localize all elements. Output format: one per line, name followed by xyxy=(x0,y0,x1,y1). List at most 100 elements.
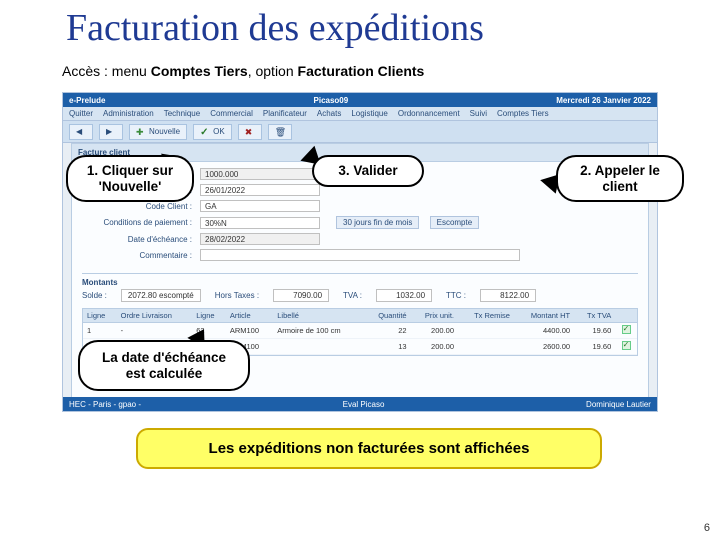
page-number: 6 xyxy=(704,522,710,534)
grid-header[interactable]: Libellé xyxy=(273,309,364,323)
checkbox-icon xyxy=(622,341,631,350)
menu-item[interactable]: Achats xyxy=(317,109,341,118)
cell-tva: 19.60 xyxy=(574,339,615,355)
cell-price: 200.00 xyxy=(411,339,458,355)
subtitle-prefix: Accès : menu xyxy=(62,63,151,79)
menu-item[interactable]: Suivi xyxy=(470,109,487,118)
cell-qty: 22 xyxy=(364,323,410,339)
callout-note-due-date: La date d'échéance est calculée xyxy=(78,340,250,391)
ttc-value: 8122.00 xyxy=(480,289,536,302)
cell-check[interactable] xyxy=(615,339,637,355)
comment-field[interactable] xyxy=(200,249,520,261)
tva-value: 1032.00 xyxy=(376,289,432,302)
menu-item[interactable]: Ordonnancement xyxy=(398,109,460,118)
menu-item[interactable]: Commercial xyxy=(210,109,253,118)
chevron-left-icon xyxy=(76,127,86,137)
grid-header-row: Ligne Ordre Livraison Ligne Article Libe… xyxy=(83,309,637,323)
status-left: HEC - Paris - gpao - xyxy=(69,400,141,409)
cell-tva: 19.60 xyxy=(574,323,615,339)
comment-label: Commentaire : xyxy=(82,251,192,260)
delete-button[interactable] xyxy=(268,124,292,140)
check-icon xyxy=(200,127,210,137)
plus-icon xyxy=(136,127,146,137)
app-title-right: Mercredi 26 Janvier 2022 xyxy=(556,96,651,105)
status-right: Dominique Lautier xyxy=(586,400,651,409)
grid-header[interactable]: Tx TVA xyxy=(574,309,615,323)
grid-header[interactable]: Tx Remise xyxy=(458,309,514,323)
menu-item[interactable]: Technique xyxy=(164,109,200,118)
x-icon xyxy=(245,127,255,137)
cell-qty: 13 xyxy=(364,339,410,355)
client-code-label: Code Client : xyxy=(82,202,192,211)
cell-ht: 2600.00 xyxy=(514,339,574,355)
cell-label: Armoire de 100 cm xyxy=(273,323,364,339)
ttc-label: TTC : xyxy=(446,291,466,300)
ht-value: 7090.00 xyxy=(273,289,329,302)
cell-label xyxy=(273,339,364,355)
discount-chip: Escompte xyxy=(430,216,480,229)
ok-button-label: OK xyxy=(213,127,225,136)
grid-header[interactable]: Montant HT xyxy=(514,309,574,323)
menu-item[interactable]: Planificateur xyxy=(263,109,307,118)
app-toolbar: Nouvelle OK xyxy=(63,121,657,143)
app-statusbar: HEC - Paris - gpao - Eval Picaso Dominiq… xyxy=(63,397,657,411)
cell-discount xyxy=(458,339,514,355)
due-date-label: Date d'échéance : xyxy=(82,235,192,244)
cell-line: 1 xyxy=(83,323,117,339)
menu-item[interactable]: Administration xyxy=(103,109,154,118)
subtitle-mid: , option xyxy=(248,63,298,79)
payment-terms-label: Conditions de paiement : xyxy=(82,218,192,227)
cell-check[interactable] xyxy=(615,323,637,339)
app-menubar: Quitter Administration Technique Commerc… xyxy=(63,107,657,121)
cell-ht: 4400.00 xyxy=(514,323,574,339)
new-button[interactable]: Nouvelle xyxy=(129,124,187,140)
status-center: Eval Picaso xyxy=(343,400,385,409)
slide-title: Facturation des expéditions xyxy=(66,6,484,50)
grid-header[interactable]: Ordre Livraison xyxy=(117,309,193,323)
amounts-section-header: Montants xyxy=(82,273,638,287)
amounts-row: Solde : 2072.80 escompté Hors Taxes : 70… xyxy=(82,289,638,302)
app-title-left: e-Prelude xyxy=(69,96,105,105)
prev-button[interactable] xyxy=(69,124,93,140)
ht-label: Hors Taxes : xyxy=(215,291,259,300)
chevron-right-icon xyxy=(106,127,116,137)
cell-discount xyxy=(458,323,514,339)
menu-item[interactable]: Comptes Tiers xyxy=(497,109,549,118)
callout-step-3: 3. Valider xyxy=(312,155,424,187)
callout-step-1: 1. Cliquer sur 'Nouvelle' xyxy=(66,155,194,202)
menu-item[interactable]: Logistique xyxy=(351,109,387,118)
balance-value: 2072.80 escompté xyxy=(121,289,201,302)
payment-terms-field[interactable]: 30%N xyxy=(200,217,320,229)
client-code-field[interactable]: GA xyxy=(200,200,320,212)
highlight-banner: Les expéditions non facturées sont affic… xyxy=(136,428,602,469)
grid-header[interactable]: Article xyxy=(226,309,273,323)
menu-item[interactable]: Quitter xyxy=(69,109,93,118)
app-title-center: Picaso09 xyxy=(314,96,349,105)
grid-header[interactable]: Prix unit. xyxy=(411,309,458,323)
invoice-number-field: 1000.000 xyxy=(200,168,320,180)
app-titlebar: e-Prelude Picaso09 Mercredi 26 Janvier 2… xyxy=(63,93,657,107)
grid-row[interactable]: 1 - 62 ARM100 Armoire de 100 cm 22 200.0… xyxy=(83,323,637,339)
cell-price: 200.00 xyxy=(411,323,458,339)
slide-subtitle: Accès : menu Comptes Tiers, option Factu… xyxy=(62,63,424,79)
subtitle-menu: Comptes Tiers xyxy=(151,63,248,79)
grid-header xyxy=(615,309,637,323)
discard-button[interactable] xyxy=(238,124,262,140)
grid-header[interactable]: Ligne xyxy=(192,309,226,323)
callout-step-2: 2. Appeler le client xyxy=(556,155,684,202)
new-button-label: Nouvelle xyxy=(149,127,180,136)
next-button[interactable] xyxy=(99,124,123,140)
tva-label: TVA : xyxy=(343,291,362,300)
payment-terms-chip: 30 jours fin de mois xyxy=(336,216,419,229)
checkbox-icon xyxy=(622,325,631,334)
invoice-date-field[interactable]: 26/01/2022 xyxy=(200,184,320,196)
subtitle-option: Facturation Clients xyxy=(298,63,425,79)
trash-icon xyxy=(275,127,285,137)
due-date-field: 28/02/2022 xyxy=(200,233,320,245)
ok-button[interactable]: OK xyxy=(193,124,232,140)
cell-order: - xyxy=(117,323,193,339)
grid-header[interactable]: Ligne xyxy=(83,309,117,323)
cell-article: ARM100 xyxy=(226,323,273,339)
balance-label: Solde : xyxy=(82,291,107,300)
grid-header[interactable]: Quantité xyxy=(364,309,410,323)
